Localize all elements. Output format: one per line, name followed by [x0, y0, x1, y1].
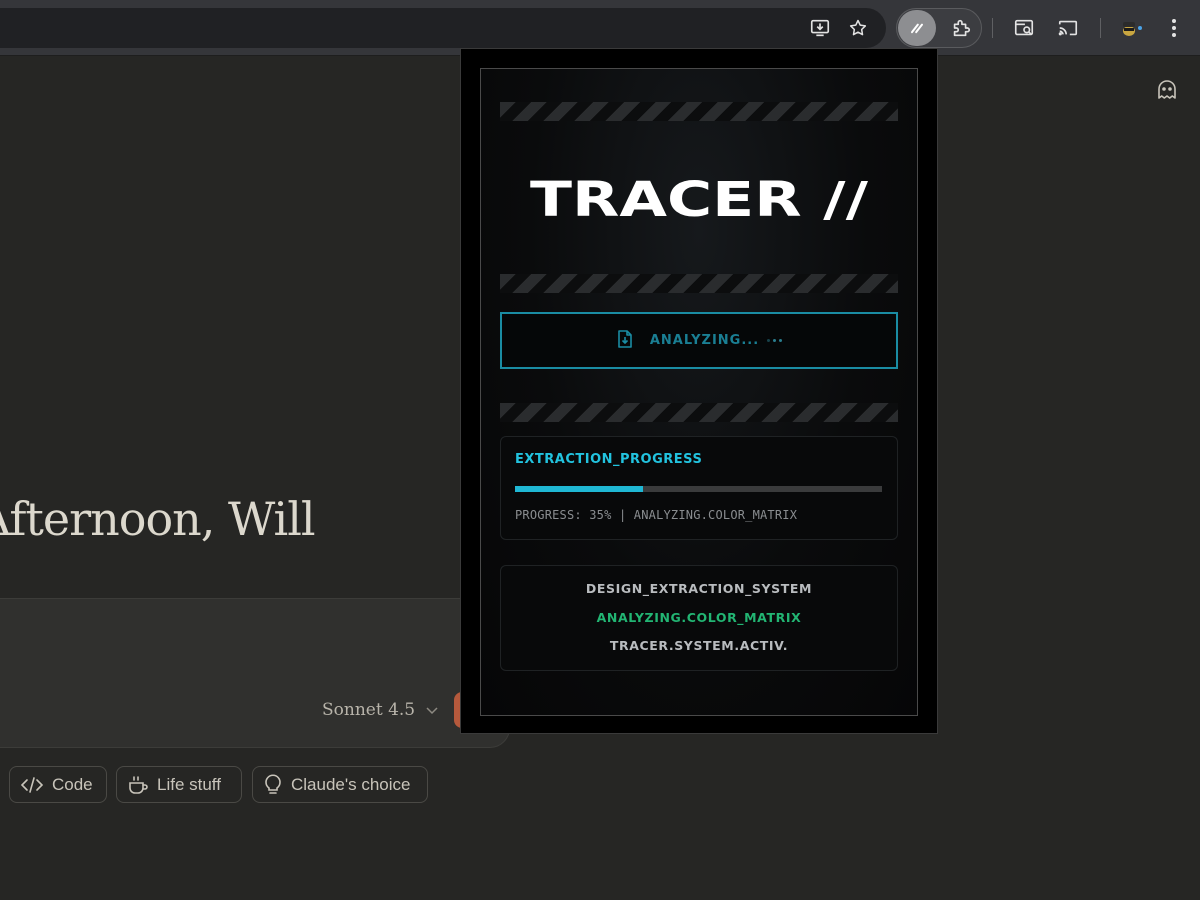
bookmark-star-icon[interactable] [846, 16, 870, 40]
system-name: DESIGN_EXTRACTION_SYSTEM [585, 581, 813, 596]
toolbar-separator [1100, 18, 1101, 38]
model-selector-label: Sonnet 4.5 [322, 700, 416, 720]
system-activity: ANALYZING.COLOR_MATRIX [596, 610, 802, 625]
ghost-icon[interactable] [1155, 78, 1179, 102]
tracer-extension-icon[interactable] [898, 10, 936, 46]
progress-status-text: PROGRESS: 35% | ANALYZING.COLOR_MATRIX [515, 508, 798, 522]
analyze-button-label: ANALYZING... [649, 333, 760, 348]
extensions-puzzle-icon[interactable] [949, 16, 973, 40]
coffee-cup-icon [127, 775, 149, 795]
more-menu-icon[interactable] [1164, 16, 1184, 40]
loading-dots-icon [767, 339, 783, 342]
chip-label: Claude's choice [291, 774, 411, 794]
tracer-logo-text: TRACER // [530, 176, 868, 220]
profile-avatar[interactable] [1118, 16, 1144, 40]
lightbulb-icon [263, 774, 283, 796]
greeting-heading: Afternoon, Will [0, 492, 316, 546]
analyze-button[interactable]: ANALYZING... [500, 312, 898, 369]
hazard-stripe [500, 274, 898, 293]
search-tab-icon[interactable] [1012, 16, 1036, 40]
install-app-icon[interactable] [808, 16, 832, 40]
system-state: TRACER.SYSTEM.ACTIV. [609, 638, 789, 653]
hazard-stripe [500, 403, 898, 422]
message-composer[interactable] [0, 598, 510, 748]
model-selector[interactable]: Sonnet 4.5 [322, 698, 439, 722]
cast-icon[interactable] [1056, 16, 1080, 40]
progress-bar [515, 486, 882, 492]
tracer-logo: TRACER // [530, 172, 869, 228]
chip-code[interactable]: Code [9, 766, 107, 803]
hazard-stripe [500, 102, 898, 121]
toolbar-separator [992, 18, 993, 38]
chip-label: Code [52, 774, 93, 794]
progress-bar-fill [515, 486, 644, 492]
chip-label: Life stuff [157, 774, 221, 794]
address-bar[interactable] [0, 8, 886, 48]
code-icon [20, 776, 44, 794]
chevron-down-icon [425, 700, 439, 720]
file-download-icon [616, 329, 634, 353]
chip-claudes-choice[interactable]: Claude's choice [252, 766, 428, 803]
chip-life-stuff[interactable]: Life stuff [116, 766, 242, 803]
progress-title: EXTRACTION_PROGRESS [515, 452, 703, 467]
